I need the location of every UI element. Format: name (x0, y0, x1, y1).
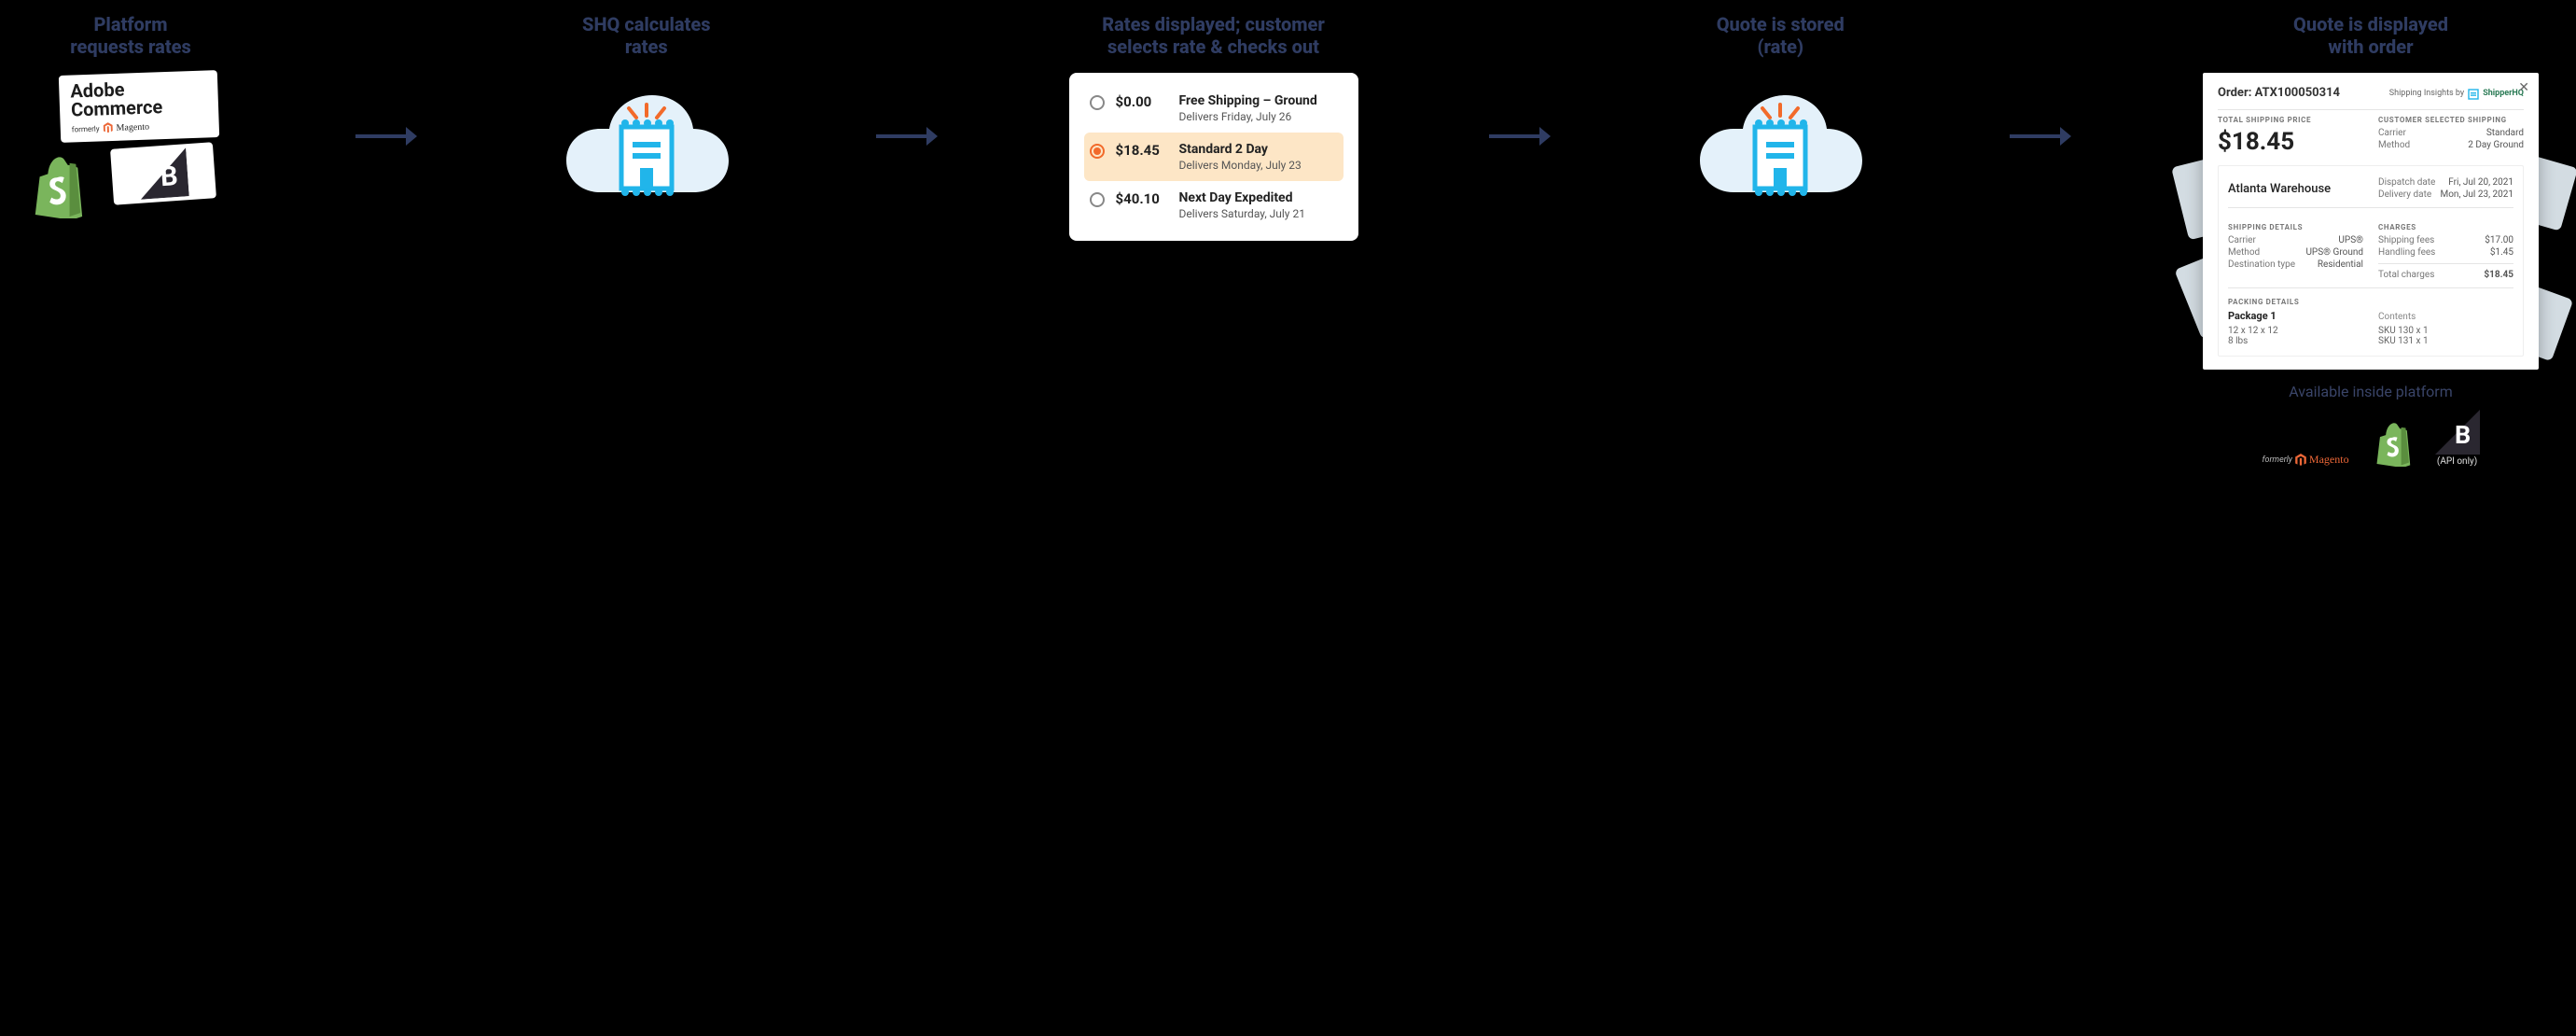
close-icon[interactable]: ✕ (2518, 80, 2529, 95)
step-platform-requests: Platform requests rates AdobeCommerce fo… (37, 13, 224, 222)
step-title: Quote is stored (rate) (1717, 13, 1845, 58)
magento-icon (2295, 454, 2306, 467)
adobe-line2: Commerce (71, 95, 163, 120)
shopify-card (28, 153, 97, 222)
package-name: Package 1 (2228, 310, 2363, 322)
svg-text:B: B (2455, 420, 2471, 450)
magento-text: Magento (116, 121, 149, 133)
arrow-icon (1487, 125, 1553, 147)
order-id: Order: ATX100050314 (2218, 86, 2340, 100)
total-shipping-price: $18.45 (2218, 128, 2363, 156)
adobe-commerce-card: AdobeCommerce formerly Magento (59, 70, 219, 143)
total-shipping-label: TOTAL SHIPPING PRICE (2218, 116, 2363, 124)
platforms-illustration: AdobeCommerce formerly Magento B (37, 73, 224, 222)
bigcommerce-icon: B (2435, 410, 2480, 455)
order-detail-card: ✕ Order: ATX100050314 Shipping Insights … (2203, 73, 2539, 370)
cloud-stamp-illustration (1682, 73, 1878, 222)
api-only-note: (API only) (2435, 456, 2480, 467)
step-title: SHQ calculates rates (582, 13, 710, 58)
rate-name: Next Day Expedited (1179, 190, 1305, 205)
arrow-icon (874, 125, 940, 147)
rate-name: Free Shipping – Ground (1179, 93, 1317, 108)
formerly-text: formerly (72, 124, 100, 133)
step-title: Platform requests rates (70, 13, 191, 58)
rate-option[interactable]: $0.00 Free Shipping – Ground Delivers Fri… (1084, 84, 1344, 133)
bigcommerce-icon: B (137, 147, 189, 200)
bigcommerce-logo: B (API only) (2435, 410, 2480, 467)
rate-price: $18.45 (1116, 142, 1168, 159)
radio-icon[interactable] (1090, 144, 1105, 159)
arrow-icon (354, 125, 419, 147)
rate-date: Delivers Monday, July 23 (1179, 159, 1302, 172)
step-title: Rates displayed; customer selects rate &… (1102, 13, 1325, 58)
step-title: Quote is displayed with order (2293, 13, 2448, 58)
selected-shipping-label: CUSTOMER SELECTED SHIPPING (2378, 116, 2524, 124)
magento-icon (103, 122, 112, 133)
radio-icon[interactable] (1090, 95, 1105, 110)
flow-diagram: Platform requests rates AdobeCommerce fo… (37, 13, 2539, 467)
rate-date: Delivers Friday, July 26 (1179, 110, 1317, 123)
rate-date: Delivers Saturday, July 21 (1179, 207, 1305, 220)
rate-price: $0.00 (1116, 93, 1168, 110)
step-rates-displayed: Rates displayed; customer selects rate &… (1069, 13, 1358, 241)
step-quote-stored: Quote is stored (rate) (1682, 13, 1878, 222)
arrow-icon (2008, 125, 2073, 147)
step-shq-calculates: SHQ calculates rates (549, 13, 745, 222)
rate-price: $40.10 (1116, 190, 1168, 207)
bigcommerce-card: B (110, 142, 216, 205)
radio-icon[interactable] (1090, 192, 1105, 207)
shipping-insights-brand: Shipping Insights by ShipperHQ (2389, 87, 2524, 100)
step-quote-displayed: Quote is displayed with order ✕ Order: A… (2203, 13, 2539, 467)
rate-option[interactable]: $40.10 Next Day Expedited Delivers Saturd… (1084, 181, 1344, 230)
shopify-icon (28, 153, 86, 218)
warehouse-section: Atlanta Warehouse Dispatch dateFri, Jul … (2218, 165, 2524, 357)
rate-name: Standard 2 Day (1179, 142, 1302, 157)
svg-text:B: B (160, 161, 179, 193)
warehouse-name: Atlanta Warehouse (2228, 182, 2363, 196)
available-inside-platform: Available inside platform (2289, 383, 2453, 400)
magento-logo: formerly Magento (2262, 453, 2348, 467)
rate-option-selected[interactable]: $18.45 Standard 2 Day Delivers Monday, Ju… (1084, 133, 1344, 181)
shipperhq-icon (2468, 87, 2479, 100)
cloud-stamp-illustration (549, 73, 745, 222)
shopify-icon (2372, 420, 2413, 467)
shopify-logo (2372, 420, 2413, 467)
platform-logos-row: formerly Magento B (API only) (2262, 410, 2479, 467)
rates-card: $0.00 Free Shipping – Ground Delivers Fri… (1069, 73, 1358, 241)
